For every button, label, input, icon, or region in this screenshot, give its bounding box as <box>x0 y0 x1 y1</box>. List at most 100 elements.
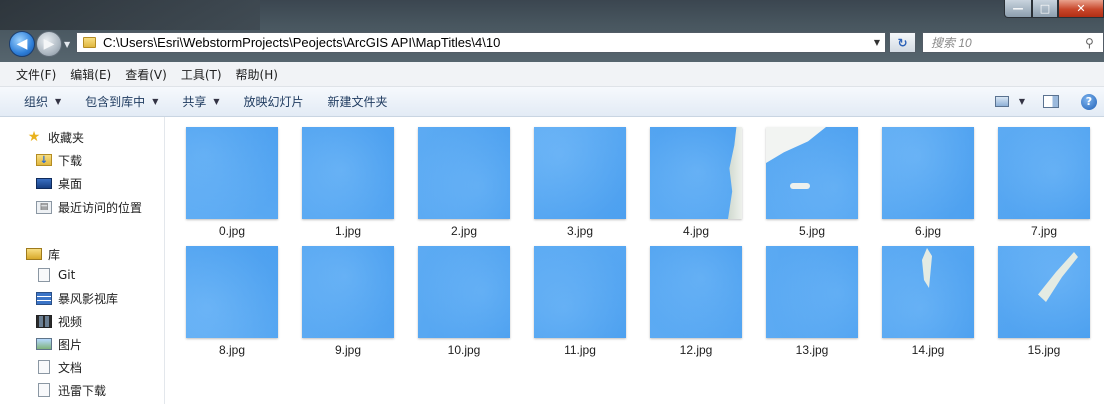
recent-pages-dropdown[interactable]: ▼ <box>64 40 70 49</box>
nav-item-label: 图片 <box>58 337 83 352</box>
image-thumbnail[interactable] <box>650 246 742 338</box>
island <box>790 183 810 189</box>
maximize-button[interactable]: □ <box>1032 0 1058 18</box>
help-icon[interactable]: ? <box>1081 93 1097 110</box>
refresh-button[interactable]: ↻ <box>889 32 916 53</box>
file-name: 10.jpg <box>447 343 481 357</box>
land-mass <box>766 127 826 163</box>
image-thumbnail[interactable] <box>302 127 394 219</box>
refresh-icon: ↻ <box>897 35 908 50</box>
recent-places-icon: ▤ <box>36 200 52 214</box>
documents-icon <box>38 360 50 374</box>
file-name: 0.jpg <box>218 224 246 238</box>
navigation-pane: ★ 收藏夹 ↓ 下载 桌面 ▤ 最近访问的位置 库 Git 暴风影视库 视频 图… <box>0 117 165 404</box>
library-icon <box>26 248 42 260</box>
image-thumbnail[interactable] <box>882 127 974 219</box>
include-in-library-button[interactable]: 包含到库中 ▼ <box>75 93 172 110</box>
chevron-down-icon: ▼ <box>55 97 62 106</box>
file-tile[interactable]: 9.jpg <box>302 246 394 357</box>
folder-icon <box>83 37 96 48</box>
arrow-left-icon: ◀ <box>16 36 28 52</box>
slideshow-label: 放映幻灯片 <box>243 95 304 109</box>
back-button[interactable]: ◀ <box>9 31 35 57</box>
file-tile[interactable]: 6.jpg <box>882 127 974 238</box>
image-thumbnail[interactable] <box>998 127 1090 219</box>
file-name: 14.jpg <box>911 343 945 357</box>
slideshow-button[interactable]: 放映幻灯片 <box>234 93 318 110</box>
address-dropdown[interactable]: ▼ <box>869 38 885 47</box>
file-name: 8.jpg <box>218 343 246 357</box>
nav-item-desktop[interactable]: 桌面 <box>36 173 82 193</box>
nav-item-videos[interactable]: 视频 <box>36 311 82 331</box>
close-button[interactable]: ✕ <box>1058 0 1104 18</box>
view-options-dropdown[interactable]: ▼ <box>1019 97 1025 106</box>
image-thumbnail[interactable] <box>650 127 742 219</box>
change-view-icon[interactable] <box>994 96 1009 107</box>
file-tile[interactable]: 8.jpg <box>186 246 278 357</box>
preview-pane-icon[interactable] <box>1043 95 1059 108</box>
chevron-down-icon: ▼ <box>873 38 881 47</box>
nav-item-video-library[interactable]: 暴风影视库 <box>36 288 118 308</box>
file-tile[interactable]: 3.jpg <box>534 127 626 238</box>
file-tile[interactable]: 1.jpg <box>302 127 394 238</box>
image-thumbnail[interactable] <box>302 246 394 338</box>
nav-item-git[interactable]: Git <box>36 265 75 285</box>
image-thumbnail[interactable] <box>882 246 974 338</box>
address-bar[interactable]: C:\Users\Esri\WebstormProjects\Peojects\… <box>76 32 886 53</box>
file-tile[interactable]: 2.jpg <box>418 127 510 238</box>
file-tile[interactable]: 10.jpg <box>418 246 510 357</box>
nav-libraries[interactable]: 库 <box>26 244 60 264</box>
search-input[interactable]: 搜索 10 <box>931 34 1085 51</box>
file-tile[interactable]: 4.jpg <box>650 127 742 238</box>
file-name: 4.jpg <box>682 224 710 238</box>
forward-button[interactable]: ▶ <box>36 31 62 57</box>
menu-edit[interactable]: 编辑(E) <box>63 66 118 83</box>
organize-button[interactable]: 组织 ▼ <box>0 93 75 110</box>
nav-item-label: 视频 <box>58 314 83 329</box>
menu-view[interactable]: 查看(V) <box>118 66 174 83</box>
menu-help[interactable]: 帮助(H) <box>229 66 285 83</box>
arrow-right-icon: ▶ <box>43 36 55 52</box>
image-thumbnail[interactable] <box>766 127 858 219</box>
file-tile[interactable]: 7.jpg <box>998 127 1090 238</box>
search-box[interactable]: 搜索 10 ⚲ <box>922 32 1104 53</box>
new-folder-button[interactable]: 新建文件夹 <box>318 93 402 110</box>
organize-label: 组织 <box>24 95 49 109</box>
search-icon[interactable]: ⚲ <box>1085 36 1103 50</box>
nav-item-label: 迅雷下载 <box>58 383 107 398</box>
image-thumbnail[interactable] <box>534 246 626 338</box>
file-tile[interactable]: 0.jpg <box>186 127 278 238</box>
window-controls: — □ ✕ <box>1004 0 1104 18</box>
image-thumbnail[interactable] <box>418 127 510 219</box>
nav-item-downloads[interactable]: ↓ 下载 <box>36 150 82 170</box>
nav-item-recent-places[interactable]: ▤ 最近访问的位置 <box>36 197 142 217</box>
file-tile[interactable]: 5.jpg <box>766 127 858 238</box>
share-button[interactable]: 共享 ▼ <box>172 93 233 110</box>
land-mass <box>922 248 932 288</box>
image-thumbnail[interactable] <box>766 246 858 338</box>
image-thumbnail[interactable] <box>998 246 1090 338</box>
menu-file[interactable]: 文件(F) <box>0 66 63 83</box>
file-tile[interactable]: 11.jpg <box>534 246 626 357</box>
nav-item-pictures[interactable]: 图片 <box>36 334 82 354</box>
nav-favorites[interactable]: ★ 收藏夹 <box>26 127 84 147</box>
nav-item-xunlei-downloads[interactable]: 迅雷下载 <box>36 380 106 400</box>
minimize-button[interactable]: — <box>1004 0 1032 18</box>
desktop-icon <box>36 177 52 189</box>
nav-item-label: 文档 <box>58 360 83 375</box>
image-thumbnail[interactable] <box>186 246 278 338</box>
image-thumbnail[interactable] <box>418 246 510 338</box>
file-tile[interactable]: 14.jpg <box>882 246 974 357</box>
file-name: 11.jpg <box>564 343 596 357</box>
image-thumbnail[interactable] <box>186 127 278 219</box>
menu-tools[interactable]: 工具(T) <box>174 66 229 83</box>
file-name: 9.jpg <box>334 343 362 357</box>
land-mass <box>728 127 742 219</box>
file-tile[interactable]: 15.jpg <box>998 246 1090 357</box>
titlebar-shade <box>0 0 260 30</box>
file-tile[interactable]: 13.jpg <box>766 246 858 357</box>
file-tile[interactable]: 12.jpg <box>650 246 742 357</box>
nav-item-documents[interactable]: 文档 <box>36 357 82 377</box>
image-thumbnail[interactable] <box>534 127 626 219</box>
address-path[interactable]: C:\Users\Esri\WebstormProjects\Peojects\… <box>103 35 869 50</box>
